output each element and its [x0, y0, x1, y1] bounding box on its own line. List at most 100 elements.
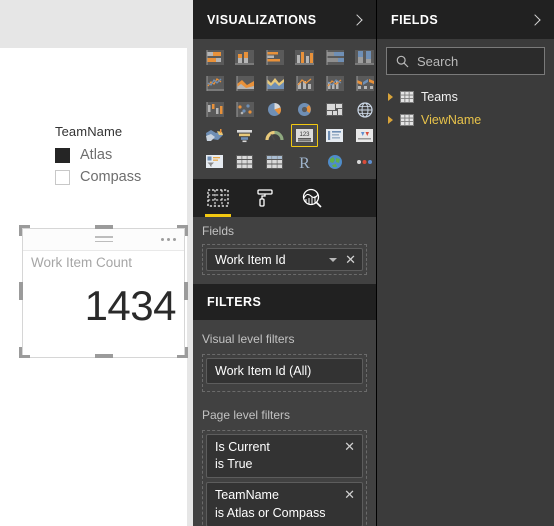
close-icon[interactable]: ✕: [344, 487, 355, 502]
r-script-visual-icon[interactable]: R: [291, 150, 318, 173]
close-icon[interactable]: ✕: [344, 439, 355, 454]
field-well-pill-work-item-id[interactable]: Work Item Id ✕: [206, 248, 363, 271]
table-icon[interactable]: [231, 150, 258, 173]
selection-handle-left-middle[interactable]: [19, 282, 23, 300]
field-table-row-teams[interactable]: Teams: [377, 85, 554, 108]
visualization-type-gallery: 123 R: [193, 39, 376, 179]
power-bi-report-editor: TeamName Atlas Compass Work Item Count 1…: [0, 0, 554, 526]
waterfall-chart-icon[interactable]: [201, 98, 228, 121]
line-and-stacked-column-chart-icon[interactable]: [291, 72, 318, 95]
stacked-area-chart-icon[interactable]: [261, 72, 288, 95]
donut-chart-icon[interactable]: [291, 98, 318, 121]
visualizations-tab-strip: [193, 179, 376, 217]
selection-handle-bottom-right-v[interactable]: [185, 347, 188, 358]
field-table-row-viewname[interactable]: ViewName: [377, 108, 554, 131]
pie-chart-icon[interactable]: [261, 98, 288, 121]
100-stacked-bar-chart-icon[interactable]: [321, 46, 348, 69]
search-icon: [396, 55, 409, 67]
filter-card-condition: is True: [215, 457, 253, 472]
field-table-label: Teams: [421, 89, 458, 104]
clustered-column-chart-icon[interactable]: [291, 46, 318, 69]
kpi-icon[interactable]: [351, 124, 378, 147]
more-options-icon[interactable]: [161, 238, 176, 241]
analytics-magnifier-icon: [302, 188, 322, 208]
work-item-count-card-visual[interactable]: Work Item Count 1434: [22, 228, 185, 358]
ribbon-chart-icon[interactable]: [351, 72, 378, 95]
selection-handle-top-left-v[interactable]: [19, 225, 22, 236]
visual-level-filters-dropzone[interactable]: Work Item Id (All): [202, 354, 367, 392]
visualizations-panel-header: VISUALIZATIONS: [193, 0, 376, 39]
fields-tree: Teams ViewName: [377, 81, 554, 131]
chevron-right-icon[interactable]: [351, 13, 363, 26]
filter-card-field: TeamName: [215, 488, 279, 503]
fields-grid-icon: [207, 189, 229, 207]
area-chart-icon[interactable]: [231, 72, 258, 95]
selection-handle-bottom-left-v[interactable]: [19, 347, 22, 358]
line-and-clustered-column-chart-icon[interactable]: [321, 72, 348, 95]
fields-search-wrap: Search: [377, 39, 554, 81]
format-tab[interactable]: [250, 179, 280, 217]
legend-label-atlas: Atlas: [80, 147, 113, 163]
legend-item-atlas[interactable]: Atlas: [55, 144, 185, 166]
selection-handle-bottom-middle[interactable]: [95, 354, 113, 358]
stacked-column-chart-icon[interactable]: [231, 46, 258, 69]
matrix-icon[interactable]: [261, 150, 288, 173]
legend-swatch-atlas[interactable]: [55, 147, 70, 163]
selection-handle-right-middle[interactable]: [184, 282, 188, 300]
arcgis-map-icon[interactable]: [321, 150, 348, 173]
chevron-right-icon[interactable]: [529, 13, 541, 26]
legend-label-compass: Compass: [80, 169, 142, 185]
stacked-bar-chart-icon[interactable]: [201, 46, 228, 69]
filled-map-icon[interactable]: [201, 124, 228, 147]
funnel-icon[interactable]: [231, 124, 258, 147]
gauge-icon[interactable]: [261, 124, 288, 147]
card-visual-value: 1434: [84, 282, 177, 329]
visualization-fields-section: Fields Work Item Id ✕: [193, 217, 376, 284]
line-chart-icon[interactable]: [201, 72, 228, 95]
treemap-icon[interactable]: [321, 98, 348, 121]
selection-handle-top-middle[interactable]: [95, 225, 113, 229]
filter-card-field: Work Item Id (All): [215, 364, 312, 378]
fields-title: FIELDS: [391, 12, 439, 27]
close-icon[interactable]: ✕: [345, 253, 356, 266]
filters-panel-header: FILTERS: [193, 284, 376, 320]
visualizations-panel: VISUALIZATIONS 123 R Fields Work Item Id…: [193, 0, 377, 526]
fields-section-label: Fields: [202, 224, 235, 238]
multi-row-card-icon[interactable]: [321, 124, 348, 147]
legend-item-compass[interactable]: Compass: [55, 166, 185, 188]
scatter-chart-icon[interactable]: [231, 98, 258, 121]
filters-title: FILTERS: [207, 295, 262, 309]
report-canvas[interactable]: TeamName Atlas Compass Work Item Count 1…: [0, 0, 193, 526]
filter-card-teamname[interactable]: TeamName ✕ is Atlas or Compass: [206, 482, 363, 526]
card-visual-label: Work Item Count: [31, 255, 133, 270]
fields-tab[interactable]: [203, 179, 233, 217]
triangle-right-icon[interactable]: [388, 115, 393, 124]
search-input[interactable]: Search: [386, 47, 545, 75]
filter-card-condition: is Atlas or Compass: [215, 505, 326, 520]
analytics-tab[interactable]: [297, 179, 327, 217]
filter-card-work-item-id[interactable]: Work Item Id (All): [206, 358, 363, 384]
filter-card-is-current[interactable]: Is Current ✕ is True: [206, 434, 363, 479]
focus-mode-icon[interactable]: [94, 236, 113, 245]
page-level-filters-label: Page level filters: [202, 408, 291, 422]
table-icon: [400, 113, 414, 126]
fields-well-dropzone[interactable]: Work Item Id ✕: [202, 244, 367, 275]
clustered-bar-chart-icon[interactable]: [261, 46, 288, 69]
visualizations-title: VISUALIZATIONS: [207, 12, 317, 27]
legend-swatch-compass[interactable]: [55, 169, 70, 185]
chevron-down-icon[interactable]: [329, 257, 338, 262]
svg-text:123: 123: [299, 132, 310, 138]
card-icon[interactable]: 123: [291, 124, 318, 147]
selection-handle-top-right-v[interactable]: [185, 225, 188, 236]
svg-text:R: R: [299, 155, 310, 170]
page-level-filters-dropzone[interactable]: Is Current ✕ is True TeamName ✕ is Atlas…: [202, 430, 367, 526]
triangle-right-icon[interactable]: [388, 92, 393, 101]
field-table-label: ViewName: [421, 112, 482, 127]
more-visuals-icon[interactable]: [351, 150, 378, 173]
slicer-icon[interactable]: [201, 150, 228, 173]
map-globe-icon[interactable]: [351, 98, 378, 121]
100-stacked-column-chart-icon[interactable]: [351, 46, 378, 69]
report-page[interactable]: TeamName Atlas Compass Work Item Count 1…: [0, 48, 188, 526]
fields-panel-header: FIELDS: [377, 0, 554, 39]
teamname-legend: TeamName Atlas Compass: [55, 124, 185, 188]
